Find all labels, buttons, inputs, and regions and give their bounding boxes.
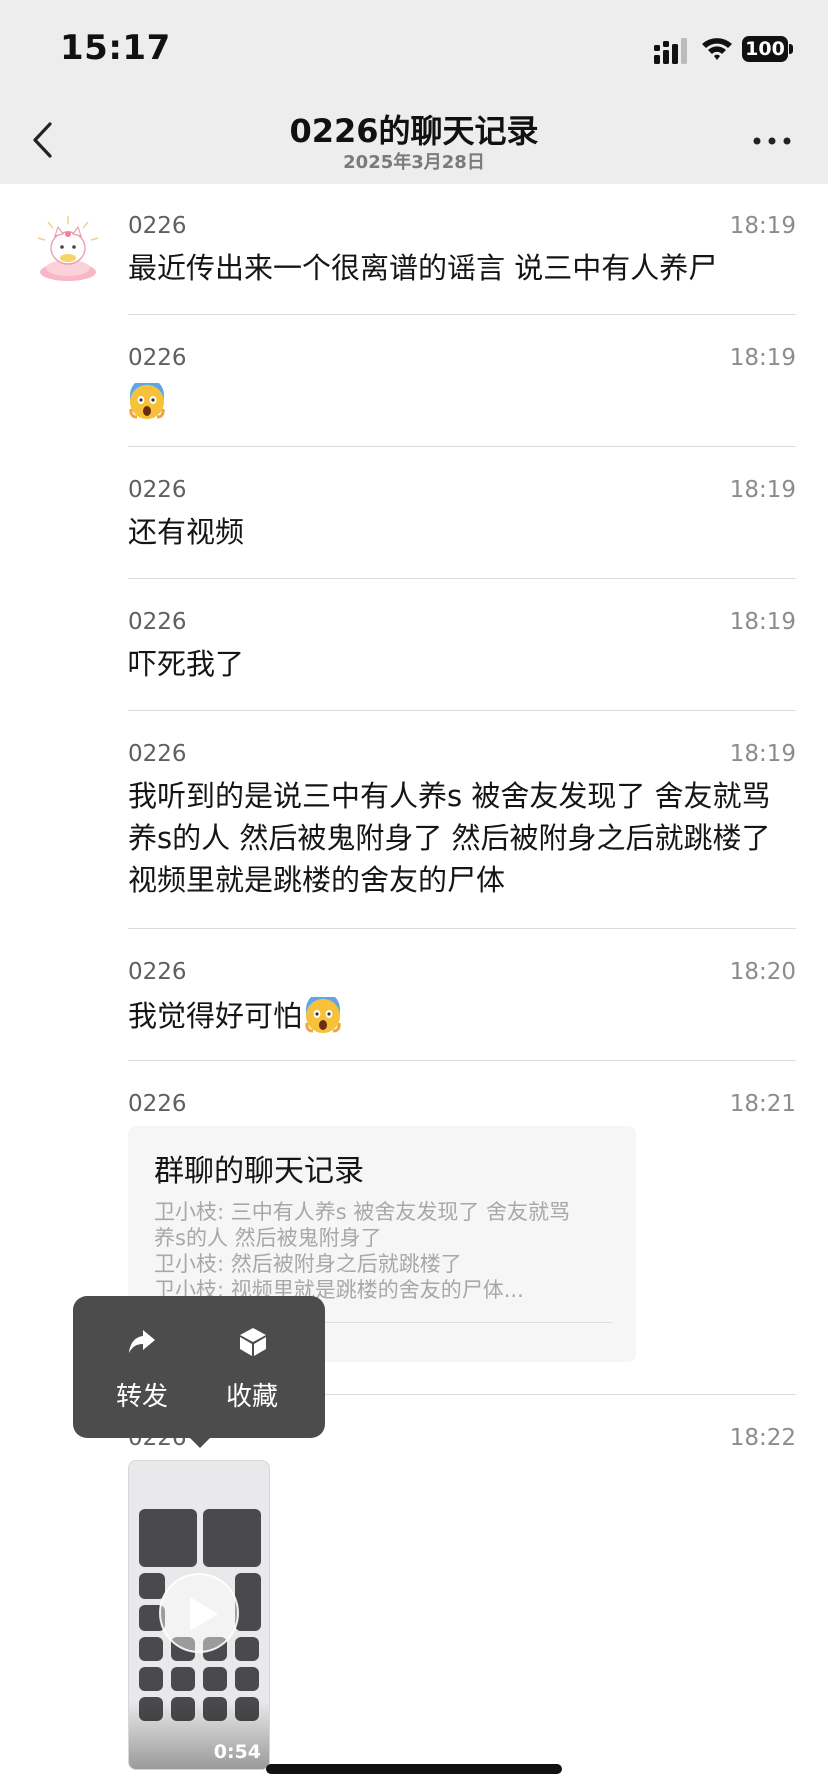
message-time: 18:19 [729,213,796,239]
message-item[interactable]: 0226 18:19 吓死我了 [128,609,796,681]
video-frame-tile [203,1509,261,1567]
divider [128,710,796,711]
video-thumbnail[interactable]: 0:54 [128,1460,270,1770]
forward-button[interactable]: 转发 [97,1326,187,1416]
message-time: 18:20 [729,959,796,985]
sender-name: 0226 [128,741,187,767]
sender-name: 0226 [128,213,187,239]
message-time: 18:19 [729,477,796,503]
message-text-row: 我觉得好可怕 [128,993,796,1037]
message-time: 18:19 [729,345,796,371]
divider [128,446,796,447]
message-time: 18:19 [729,741,796,767]
favorite-label: 收藏 [225,1382,278,1412]
divider [128,928,796,929]
battery-level: 100 [742,36,788,62]
divider [128,578,796,579]
message-text: 我听到的是说三中有人养s 被舍友发现了 舍友就骂 养s的人 然后被鬼附身了 然后… [128,775,796,901]
message-time: 18:21 [729,1091,796,1117]
battery-icon: 100 [742,36,794,62]
page-title: 0226的聊天记录 [289,112,539,150]
page-date: 2025年3月28日 [343,152,485,173]
message-text-line: 养s的人 然后被鬼附身了 然后被附身之后就跳楼了 [128,821,771,855]
divider [128,314,796,315]
message-item[interactable]: 0226 18:19 我听到的是说三中有人养s 被舍友发现了 舍友就骂 养s的人… [128,741,796,901]
scream-emoji-icon [305,997,341,1033]
message-emoji-row [128,379,796,421]
status-time: 15:17 [60,28,171,68]
wifi-icon [702,38,732,60]
message-text: 还有视频 [128,515,245,549]
message-text-line: 我听到的是说三中有人养s 被舍友发现了 舍友就骂 [128,779,771,813]
message-time: 18:19 [729,609,796,635]
message-item[interactable]: 0226 18:19 [128,345,796,419]
home-indicator [266,1764,562,1774]
message-item: 0226 18:21 [128,1091,796,1121]
video-frame-tile [203,1667,227,1691]
forward-label: 转发 [115,1382,168,1412]
sender-name: 0226 [128,609,187,635]
more-options-icon[interactable] [752,136,792,146]
cellular-signal-icon [654,38,687,64]
message-item[interactable]: 0226 18:19 还有视频 [128,477,796,549]
sender-name: 0226 [128,959,187,985]
message-text: 我觉得好可怕 [128,999,303,1033]
scream-emoji-icon [129,383,165,419]
message-action-popup: 转发 收藏 [73,1296,325,1438]
message-item[interactable]: 0226 18:20 我觉得好可怕 [128,959,796,1033]
favorite-button[interactable]: 收藏 [207,1326,297,1416]
sender-name: 0226 [128,1091,187,1117]
card-title: 群聊的聊天记录 [154,1154,364,1189]
video-frame-tile [171,1667,195,1691]
video-frame-tile [235,1667,259,1691]
forward-icon [129,1330,155,1353]
message-time: 18:22 [729,1425,796,1451]
message-text-line: 视频里就是跳楼的舍友的尸体 [128,863,506,897]
divider [128,1060,796,1061]
video-frame-tile [139,1667,163,1691]
sender-avatar[interactable] [34,214,102,284]
message-text: 吓死我了 [128,647,245,681]
chat-history-screen: 15:17 100 0226的聊天记录 2025年3月28日 0226 18:1… [0,0,828,1792]
sender-name: 0226 [128,477,187,503]
play-icon[interactable] [159,1573,239,1653]
top-bar: 15:17 100 0226的聊天记录 2025年3月28日 [0,0,828,184]
popup-pointer [188,1436,212,1448]
status-bar: 15:17 100 [0,0,828,100]
video-frame-tile [235,1573,261,1631]
video-duration: 0:54 [213,1741,261,1763]
video-frame-tile [139,1637,163,1661]
cube-favorite-icon [240,1328,266,1356]
nav-header: 0226的聊天记录 2025年3月28日 [0,100,828,184]
message-text: 最近传出来一个很离谱的谣言 说三中有人养尸 [128,251,718,285]
video-frame-tile [139,1509,197,1567]
sender-name: 0226 [128,345,187,371]
video-frame-tile [139,1573,165,1599]
message-item[interactable]: 0226 18:19 最近传出来一个很离谱的谣言 说三中有人养尸 [128,213,796,285]
video-frame-tile [235,1637,259,1661]
